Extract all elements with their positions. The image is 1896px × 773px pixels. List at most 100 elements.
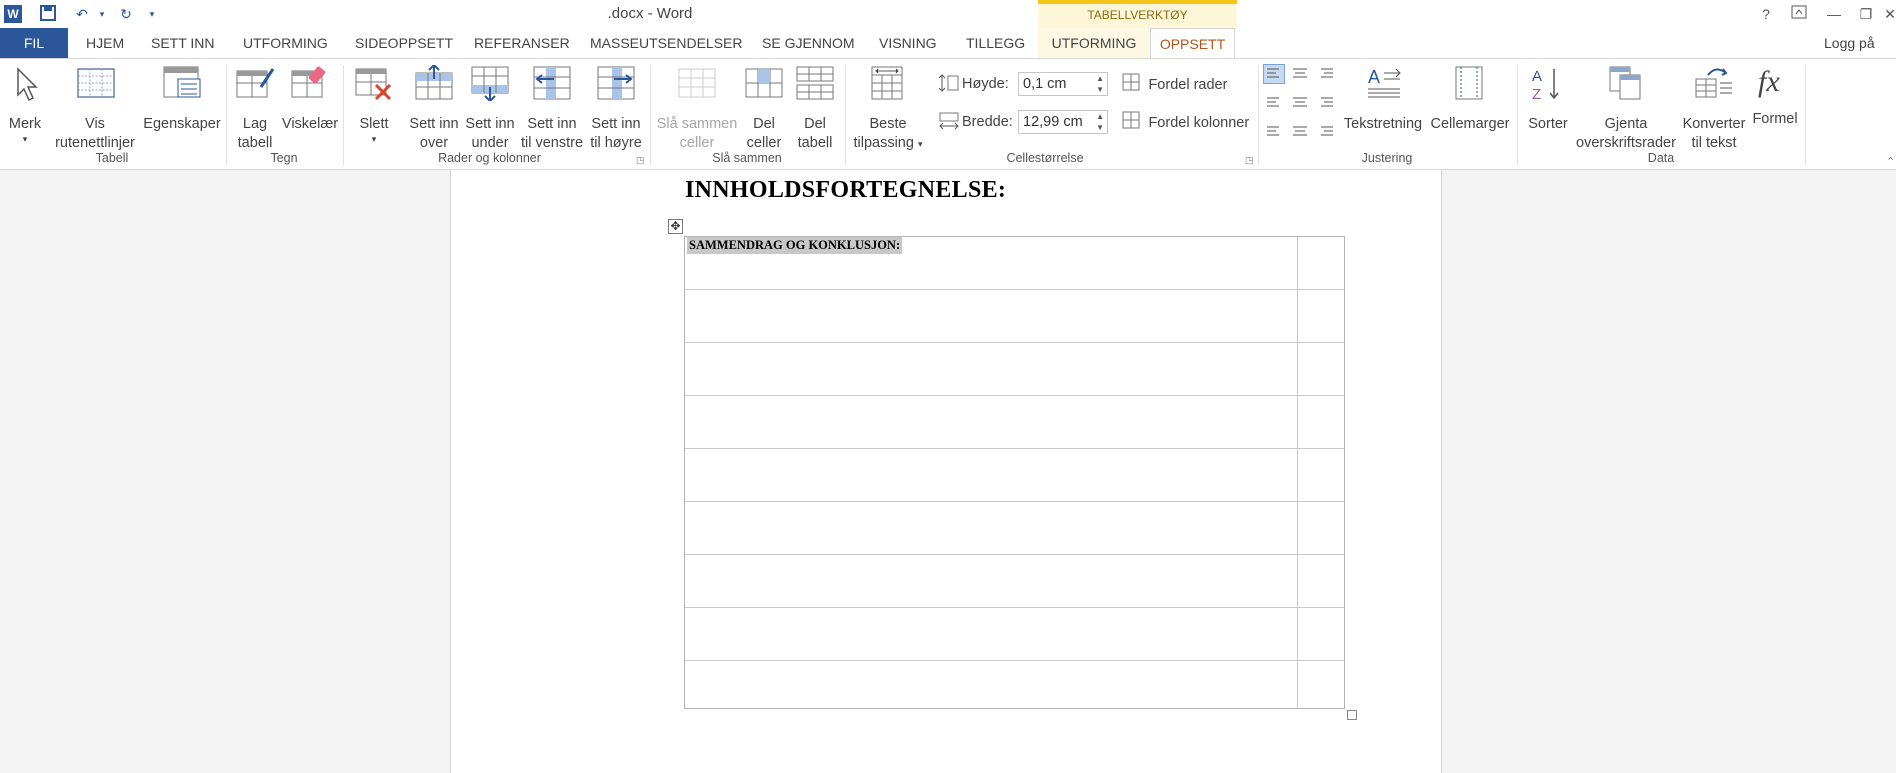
group-separator — [1258, 65, 1259, 165]
tab-hjem[interactable]: HJEM — [86, 28, 124, 58]
table-cell[interactable] — [685, 343, 1298, 395]
slett-button[interactable]: Slett ▾ — [350, 65, 398, 144]
sett-inn-til-hoyre-button[interactable]: Sett inn til høyre — [586, 65, 646, 153]
beste-tilpassing-button[interactable]: Beste tilpassing ▾ — [848, 65, 928, 154]
rader-dialog-launcher-icon[interactable]: ◳ — [636, 155, 645, 166]
table-row[interactable] — [685, 661, 1344, 708]
align-top-right-icon[interactable] — [1316, 65, 1336, 83]
table-tools-header: TABELLVERKTØY — [1038, 0, 1237, 28]
table-row[interactable] — [685, 290, 1344, 343]
del-celler-button[interactable]: Del celler — [742, 65, 786, 153]
tab-masseutsendelser[interactable]: MASSEUTSENDELSER — [590, 28, 742, 58]
table-row[interactable] — [685, 343, 1344, 396]
table-cell[interactable]: SAMMENDRAG OG KONKLUSJON: — [685, 237, 1298, 289]
table-properties-icon — [162, 65, 224, 106]
cellemarger-button[interactable]: Cellemarger — [1428, 65, 1512, 134]
tab-table-utforming[interactable]: UTFORMING — [1038, 28, 1150, 58]
tab-utforming[interactable]: UTFORMING — [243, 28, 328, 58]
egenskaper-button[interactable]: Egenskaper — [140, 65, 224, 134]
insert-column-right-icon — [596, 65, 646, 106]
tab-sideoppsett[interactable]: SIDEOPPSETT — [355, 28, 453, 58]
collapse-ribbon-icon[interactable]: ⌃ — [1886, 155, 1895, 168]
restore-icon[interactable]: ❐ — [1852, 3, 1880, 25]
sorter-button[interactable]: AZ Sorter — [1522, 65, 1574, 134]
tab-se-gjennom[interactable]: SE GJENNOM — [762, 28, 855, 58]
ribbon-display-options-icon[interactable] — [1785, 3, 1813, 25]
bredde-input[interactable]: 12,99 cm ▲ ▼ — [1018, 110, 1108, 134]
table-row[interactable] — [685, 555, 1344, 608]
table-resize-handle[interactable] — [1347, 710, 1357, 720]
fordel-rader-button[interactable]: Fordel rader — [1122, 73, 1227, 93]
sla-sammen-celler-button: Slå sammen celler — [654, 65, 740, 153]
selected-cell-text[interactable]: SAMMENDRAG OG KONKLUSJON: — [687, 237, 903, 254]
login-link[interactable]: Logg på — [1824, 28, 1875, 58]
table-cell[interactable] — [685, 396, 1298, 448]
tab-fil[interactable]: FIL — [0, 28, 68, 58]
table-row[interactable] — [685, 396, 1344, 449]
table-cell[interactable] — [685, 502, 1298, 554]
table-cell[interactable] — [685, 449, 1298, 501]
table-row[interactable]: SAMMENDRAG OG KONKLUSJON: — [685, 237, 1344, 290]
konverter-til-tekst-button[interactable]: Konverter til tekst — [1680, 65, 1748, 153]
group-separator — [343, 65, 344, 165]
viskelaer-button[interactable]: Viskelær — [280, 65, 340, 134]
sett-inn-over-button[interactable]: Sett inn over — [406, 63, 462, 153]
align-middle-right-icon[interactable] — [1316, 92, 1336, 110]
width-icon — [938, 111, 960, 136]
text-direction-icon: A — [1364, 65, 1426, 106]
table-row[interactable] — [685, 449, 1344, 502]
help-button[interactable]: ? — [1752, 3, 1780, 25]
fordel-kolonner-button[interactable]: Fordel kolonner — [1122, 111, 1249, 131]
document-heading[interactable]: INNHOLDSFORTEGNELSE: — [685, 177, 1006, 204]
vis-rutenettlinjer-button[interactable]: Vis rutenettlinjer — [50, 65, 140, 153]
align-top-left-icon[interactable] — [1263, 64, 1285, 84]
table-cell[interactable] — [685, 661, 1298, 708]
bredde-label: Bredde: — [962, 114, 1013, 130]
minimize-icon[interactable]: — — [1820, 3, 1848, 25]
table-cell[interactable] — [685, 290, 1298, 342]
bredde-spinner-icon[interactable]: ▲ ▼ — [1096, 111, 1104, 133]
document-table[interactable]: SAMMENDRAG OG KONKLUSJON: — [684, 236, 1345, 709]
table-row[interactable] — [685, 608, 1344, 661]
group-label-tabell: Tabell — [95, 151, 129, 165]
cellestorrelse-dialog-launcher-icon[interactable]: ◳ — [1245, 155, 1254, 166]
align-middle-left-icon[interactable] — [1264, 92, 1284, 110]
sort-icon: AZ — [1528, 65, 1574, 106]
lag-tabell-button[interactable]: Lag tabell — [232, 65, 278, 153]
hoyde-input[interactable]: 0,1 cm ▲ ▼ — [1018, 72, 1108, 96]
group-separator — [650, 65, 651, 165]
beste-tilpassing-dropdown-icon: ▾ — [917, 139, 923, 149]
gjenta-overskriftsrader-button[interactable]: Gjenta overskriftsrader — [1574, 65, 1678, 153]
align-bottom-center-icon[interactable] — [1290, 119, 1310, 137]
slett-dropdown-icon: ▾ — [371, 134, 377, 144]
merk-button[interactable]: Merk ▾ — [6, 65, 44, 144]
formel-button[interactable]: fx Formel — [1750, 65, 1800, 129]
hoyde-spinner-icon[interactable]: ▲ ▼ — [1096, 73, 1104, 95]
delete-table-icon — [354, 65, 398, 106]
insert-row-below-icon — [470, 65, 518, 106]
table-cell[interactable] — [685, 608, 1298, 660]
tab-referanser[interactable]: REFERANSER — [474, 28, 570, 58]
table-cell[interactable] — [685, 555, 1298, 607]
sett-inn-under-button[interactable]: Sett inn under — [462, 65, 518, 153]
group-label-justering: Justering — [1361, 151, 1413, 165]
repeat-header-rows-icon — [1606, 65, 1678, 106]
table-move-handle-icon[interactable]: ✥ — [668, 219, 683, 234]
del-tabell-button[interactable]: Del tabell — [792, 65, 838, 153]
align-top-center-icon[interactable] — [1290, 65, 1310, 83]
align-bottom-right-icon[interactable] — [1316, 119, 1336, 137]
tab-sett-inn[interactable]: SETT INN — [151, 28, 215, 58]
alignment-grid — [1263, 64, 1344, 145]
align-middle-center-icon[interactable] — [1290, 92, 1310, 110]
align-bottom-left-icon[interactable] — [1264, 119, 1284, 137]
group-label-sla-sammen: Slå sammen — [712, 151, 782, 165]
distribute-rows-icon — [1122, 73, 1140, 96]
group-separator — [1517, 65, 1518, 165]
close-icon[interactable]: ✕ — [1884, 3, 1896, 25]
sett-inn-til-venstre-button[interactable]: Sett inn til venstre — [518, 65, 586, 153]
tab-visning[interactable]: VISNING — [879, 28, 937, 58]
tab-tillegg[interactable]: TILLEGG — [966, 28, 1025, 58]
tekstretning-button[interactable]: A Tekstretning — [1340, 65, 1426, 134]
table-row[interactable] — [685, 502, 1344, 555]
tab-table-oppsett[interactable]: OPPSETT — [1150, 28, 1235, 59]
